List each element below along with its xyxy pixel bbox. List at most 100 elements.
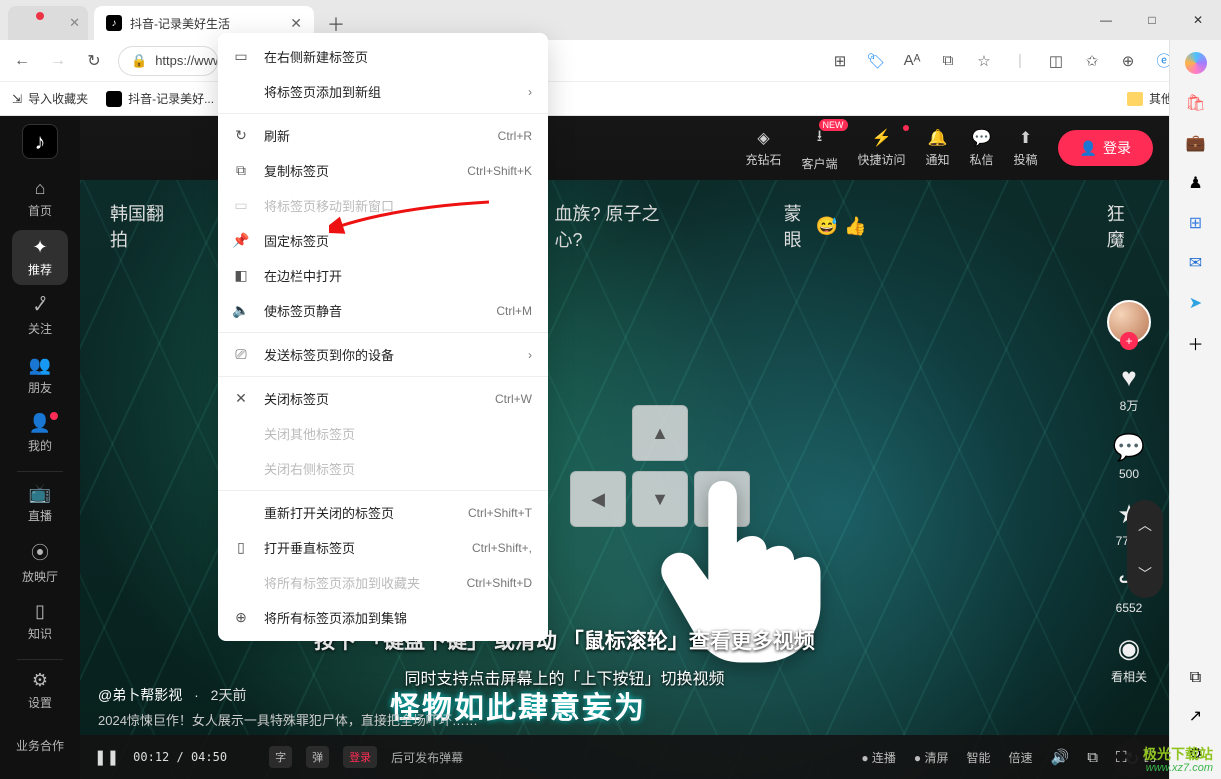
minimize-button[interactable]: — [1083, 0, 1129, 40]
devices-icon: ⎚ [232, 346, 250, 364]
separator [218, 113, 548, 114]
ctx-vertical[interactable]: ▯打开垂直标签页Ctrl+Shift+, [218, 530, 548, 565]
follow-plus-icon[interactable]: + [1120, 332, 1138, 350]
hdr-notif[interactable]: 🔔通知 [926, 128, 950, 168]
games-icon[interactable]: ♟ [1185, 172, 1207, 194]
nav-biz[interactable]: 业务合作 [12, 718, 68, 773]
nav-mine[interactable]: 👤我的 [12, 406, 68, 461]
pause-icon[interactable]: ❚❚ [94, 748, 119, 766]
separator [218, 376, 548, 377]
danmu-chip[interactable]: 弹 [306, 746, 329, 768]
ctx-duplicate[interactable]: ⧉复制标签页Ctrl+Shift+K [218, 153, 548, 188]
shopping-icon[interactable]: 🛍 [1185, 92, 1207, 114]
popout-icon[interactable]: ↗ [1185, 705, 1207, 727]
tab-inactive[interactable]: ✕ [8, 6, 88, 40]
related-button[interactable]: ◉看相关 [1111, 633, 1147, 685]
login-label: 登录 [1103, 138, 1131, 158]
nav-theater[interactable]: ⦿放映厅 [12, 535, 68, 590]
nav-recommend[interactable]: ✦推荐 [12, 230, 68, 285]
tab-plus-icon: ▭ [232, 48, 250, 66]
hdr-post[interactable]: ⬆投稿 [1014, 128, 1038, 168]
back-button[interactable]: ← [10, 49, 34, 73]
nav-label: 业务合作 [16, 737, 64, 754]
chevron-up-icon[interactable]: ︿ [1138, 515, 1152, 535]
close-icon[interactable]: ✕ [290, 15, 302, 32]
address-bar[interactable]: 🔒 https://www [118, 46, 218, 76]
smart-label[interactable]: 智能 [967, 749, 991, 766]
text-size-icon[interactable]: Aᴬ [901, 50, 923, 72]
login-chip[interactable]: 登录 [343, 746, 377, 768]
reload-button[interactable]: ↻ [82, 49, 106, 73]
office-icon[interactable]: ⊞ [1185, 212, 1207, 234]
speed-label[interactable]: 倍速 [1009, 749, 1033, 766]
play-circle-icon: ◉ [1118, 633, 1141, 664]
author-row[interactable]: @弟卜帮影视 · 2天前 [98, 685, 246, 705]
cc-chip[interactable]: 字 [269, 746, 292, 768]
like-button[interactable]: ♥8万 [1120, 362, 1139, 414]
favorite-icon[interactable]: ✩ [1081, 50, 1103, 72]
nav-home[interactable]: ⌂首页 [12, 171, 68, 226]
ctx-add-group[interactable]: 将标签页添加到新组› [218, 74, 548, 109]
duplicate-icon: ⧉ [232, 162, 250, 180]
autoplay-toggle[interactable]: ● 连播 [861, 749, 896, 766]
nav-follow[interactable]: ✓̊关注 [12, 289, 68, 344]
count-label: 6552 [1116, 601, 1143, 615]
hdr-fast[interactable]: ⚡快捷访问 [858, 128, 906, 168]
ctx-send[interactable]: ⎚发送标签页到你的设备› [218, 337, 548, 372]
book-icon: ▯ [35, 601, 45, 622]
maximize-button[interactable]: □ [1129, 0, 1175, 40]
pip-icon[interactable]: ⧉ [1087, 749, 1098, 766]
film-icon: ⦿ [31, 539, 49, 565]
ctx-close[interactable]: ✕关闭标签页Ctrl+W [218, 381, 548, 416]
export-icon: ⇲ [12, 92, 22, 106]
copilot-icon[interactable] [1185, 52, 1207, 74]
wide-icon[interactable]: ⛶ [1116, 749, 1127, 766]
close-button[interactable]: ✕ [1175, 0, 1221, 40]
ctx-pin[interactable]: 📌固定标签页 [218, 223, 548, 258]
title-chip: 血族? 原子之心? [554, 200, 673, 252]
close-icon[interactable]: ✕ [69, 15, 80, 31]
hdr-dm[interactable]: 💬私信 [970, 128, 994, 168]
ctx-new-right[interactable]: ▭在右侧新建标签页 [218, 39, 548, 74]
outlook-icon[interactable]: ✉ [1185, 252, 1207, 274]
ctx-mute[interactable]: 🔈使标签页静音Ctrl+M [218, 293, 548, 328]
forward-button: → [46, 49, 70, 73]
dy-logo-icon[interactable]: ♪ [22, 124, 58, 159]
history-icon[interactable]: ⧉ [1185, 667, 1207, 689]
ctx-addall-collection[interactable]: ⊕将所有标签页添加到集锦 [218, 600, 548, 635]
volume-icon[interactable]: 🔊 [1051, 748, 1070, 766]
hdr-charge[interactable]: ◈充钻石 [745, 128, 781, 168]
nav-knowledge[interactable]: ▯知识 [12, 594, 68, 649]
comment-button[interactable]: 💬500 [1113, 432, 1145, 481]
close-icon: ✕ [232, 390, 250, 408]
ext-grid-icon[interactable]: ⊞ [829, 50, 851, 72]
hdr-client[interactable]: ⭳NEW客户端 [801, 125, 837, 172]
douyin-favicon-icon: ♪ [106, 15, 122, 31]
nav-settings[interactable]: ⚙设置 [12, 663, 68, 718]
author-avatar[interactable]: + [1107, 300, 1151, 344]
ctx-close-other: 关闭其他标签页 [218, 416, 548, 451]
nav-live[interactable]: 📺直播 [12, 476, 68, 531]
add-icon[interactable]: ＋ [1185, 332, 1207, 354]
telegram-icon[interactable]: ➤ [1185, 292, 1207, 314]
reader-icon[interactable]: ⧉ [937, 50, 959, 72]
speaker-icon: 🔈 [232, 302, 250, 320]
shopping-tag-icon[interactable]: 🏷 [865, 50, 887, 72]
briefcase-icon[interactable]: 💼 [1185, 132, 1207, 154]
ctx-reopen[interactable]: 重新打开关闭的标签页Ctrl+Shift+T [218, 495, 548, 530]
import-bookmarks[interactable]: ⇲ 导入收藏夹 [12, 90, 88, 107]
splitview-icon[interactable]: ◫ [1045, 50, 1067, 72]
chevron-down-icon[interactable]: ﹀ [1138, 564, 1152, 584]
heart-icon: ♥ [1121, 362, 1136, 393]
star-icon[interactable]: ☆ [973, 50, 995, 72]
ctx-sidebar-open[interactable]: ◧在边栏中打开 [218, 258, 548, 293]
collections-icon[interactable]: ⊕ [1117, 50, 1139, 72]
ctx-refresh[interactable]: ↻刷新Ctrl+R [218, 118, 548, 153]
dot-icon: · [194, 687, 199, 703]
login-button[interactable]: 👤登录 [1058, 130, 1153, 166]
chevron-right-icon: › [528, 85, 532, 99]
quality-toggle[interactable]: ● 清屏 [914, 749, 949, 766]
new-badge: NEW [819, 119, 848, 131]
bookmark-douyin[interactable]: 抖音-记录美好... [106, 90, 214, 107]
nav-friends[interactable]: 👥朋友 [12, 348, 68, 403]
